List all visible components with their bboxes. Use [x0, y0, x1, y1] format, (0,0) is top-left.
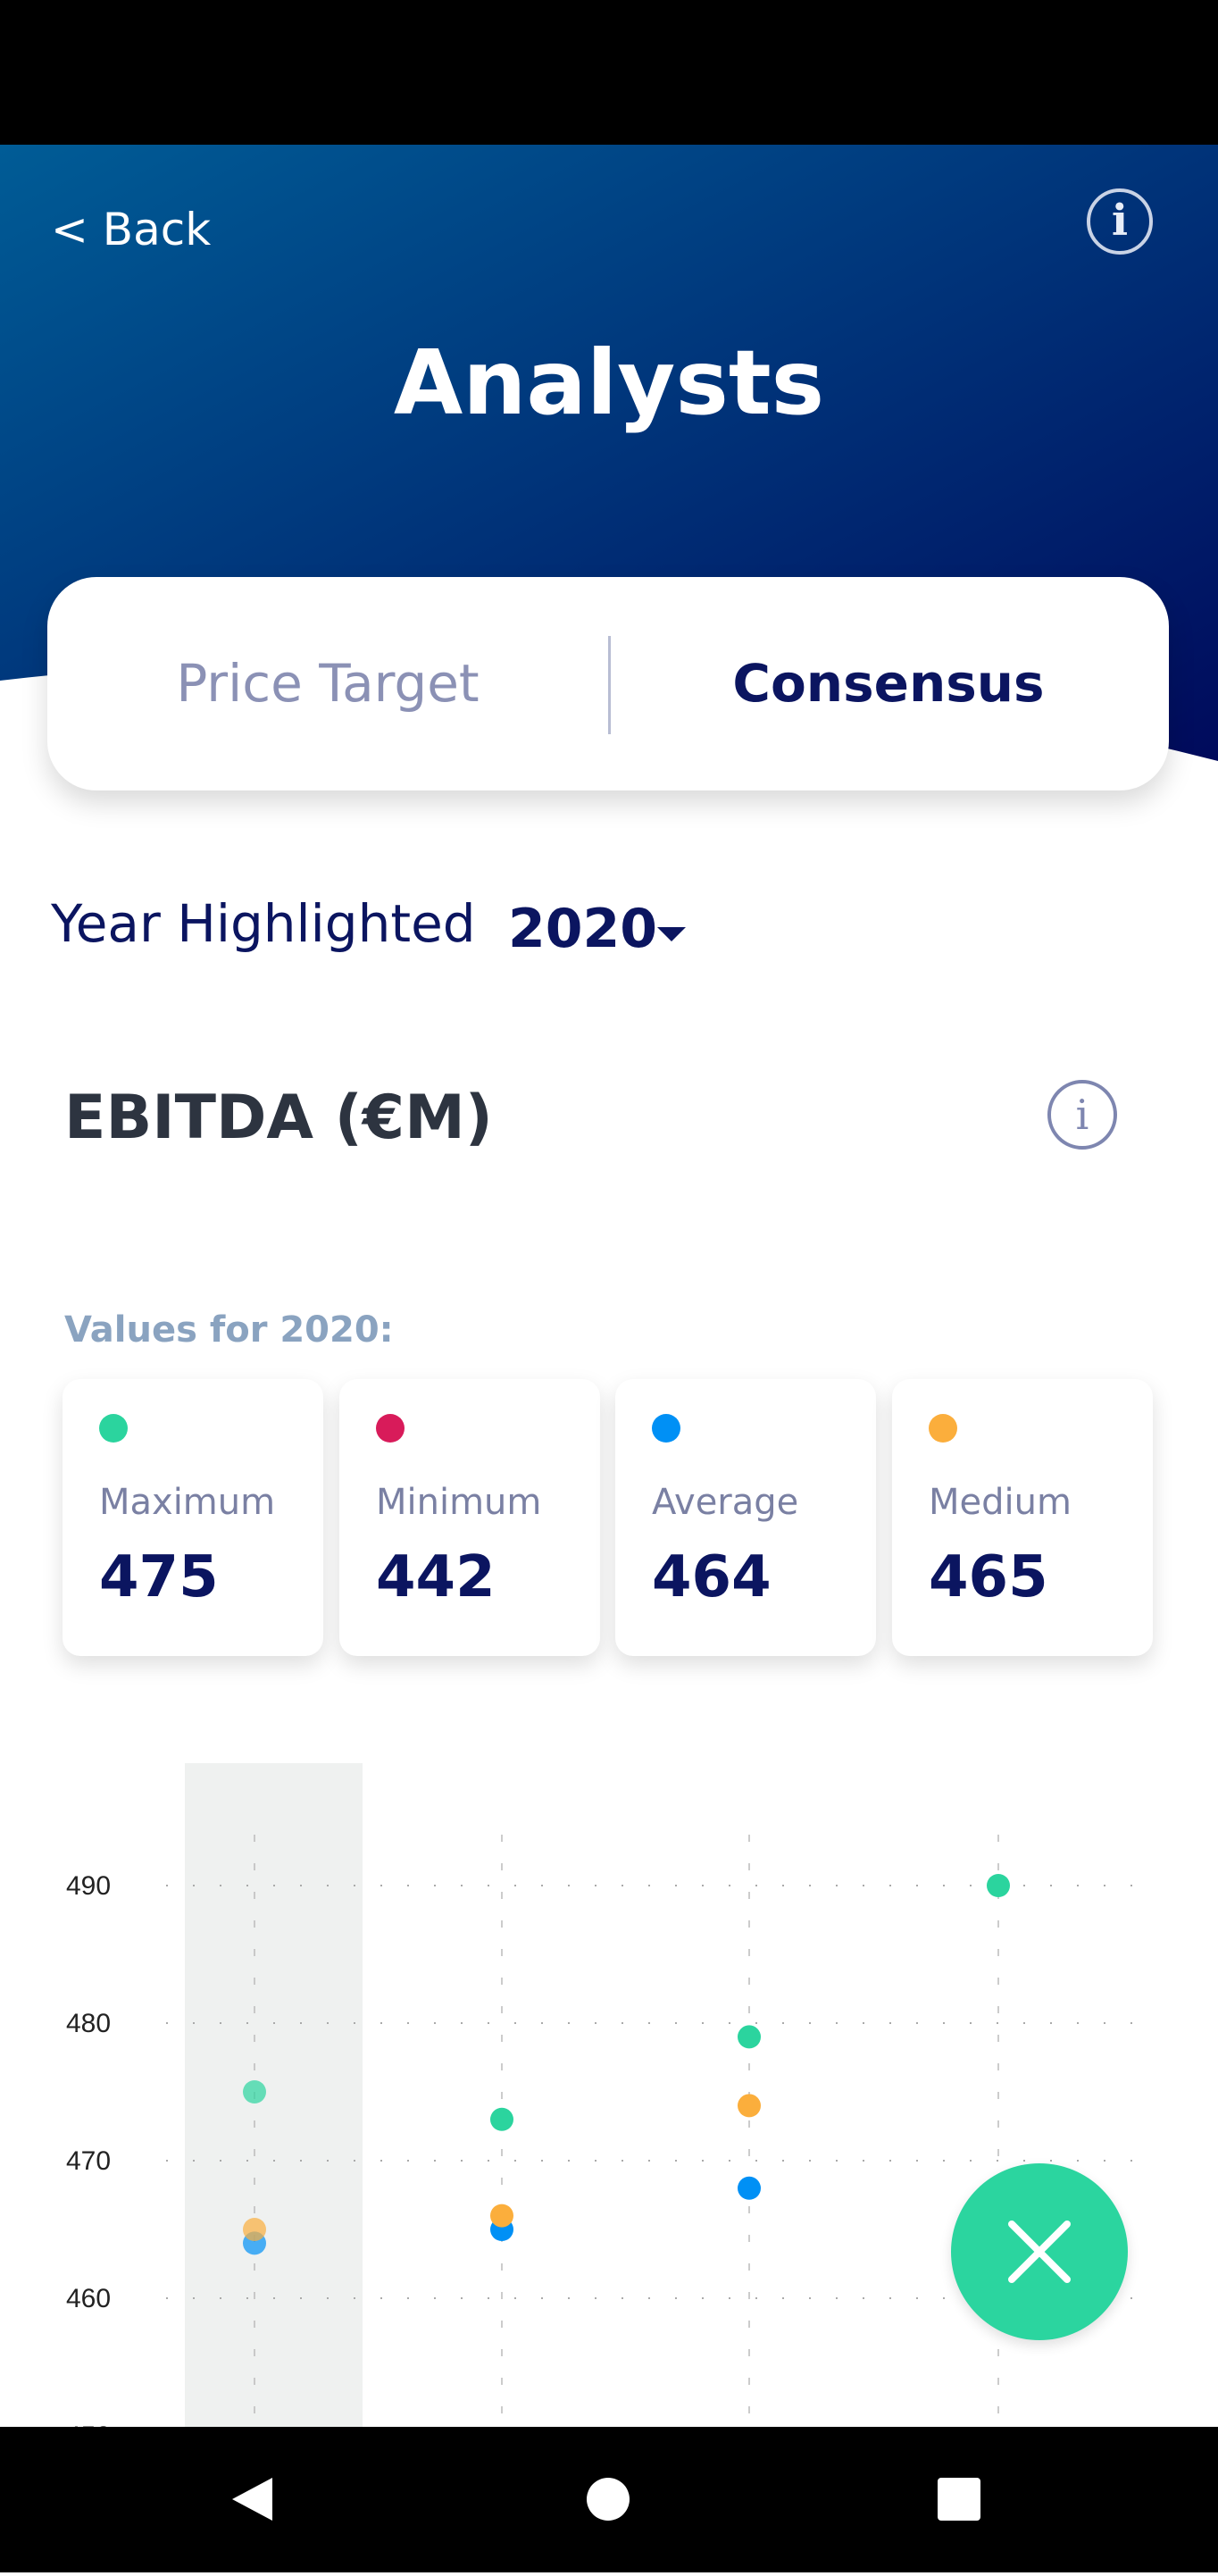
dot-icon: [376, 1414, 405, 1443]
stat-label: Average: [652, 1482, 799, 1523]
dot-icon: [652, 1414, 680, 1443]
back-button[interactable]: < Back: [51, 204, 211, 255]
values-caption: Values for 2020:: [64, 1309, 394, 1351]
y-tick-label: 480: [66, 2009, 111, 2038]
stat-value: 465: [929, 1544, 1048, 1610]
data-point-maximum: [243, 2080, 266, 2103]
dot-icon: [929, 1414, 957, 1443]
stat-label: Maximum: [99, 1482, 276, 1523]
data-point-average: [738, 2176, 761, 2200]
stat-card-minimum: Minimum 442: [339, 1379, 600, 1656]
year-label: Year Highlighted: [51, 893, 476, 954]
system-nav-bar: [0, 2427, 1218, 2572]
data-point-medium: [738, 2094, 761, 2118]
caret-down-icon[interactable]: [657, 927, 686, 941]
data-point-maximum: [490, 2107, 513, 2131]
close-button[interactable]: [951, 2163, 1128, 2340]
stat-value: 464: [652, 1544, 772, 1610]
stat-label: Medium: [929, 1482, 1072, 1523]
data-point-medium: [243, 2218, 266, 2241]
highlight-column: [185, 1763, 363, 2427]
page-title: Analysts: [393, 330, 825, 435]
data-point-maximum: [738, 2025, 761, 2049]
stat-card-maximum: Maximum 475: [63, 1379, 323, 1656]
year-dropdown[interactable]: 2020: [508, 898, 657, 960]
metric-title: EBITDA (€M): [64, 1083, 493, 1153]
data-point-maximum: [987, 1874, 1010, 1897]
tab-price-target[interactable]: Price Target: [47, 577, 608, 790]
info-icon[interactable]: i: [1047, 1080, 1117, 1150]
stat-card-medium: Medium 465: [892, 1379, 1153, 1656]
recents-square-icon[interactable]: [938, 2478, 980, 2521]
segment-tabs: Price Target Consensus: [47, 577, 1169, 790]
y-tick-label: 460: [66, 2284, 111, 2313]
y-tick-label: 470: [66, 2146, 111, 2176]
tab-consensus[interactable]: Consensus: [608, 577, 1169, 790]
stat-card-average: Average 464: [615, 1379, 876, 1656]
close-icon: [1008, 2221, 1071, 2283]
stat-label: Minimum: [376, 1482, 542, 1523]
status-bar: [0, 0, 1218, 145]
data-point-medium: [490, 2204, 513, 2228]
info-icon[interactable]: i: [1087, 188, 1153, 255]
stat-value: 442: [376, 1544, 496, 1610]
back-triangle-icon[interactable]: [232, 2478, 272, 2521]
y-tick-label: 490: [66, 1871, 111, 1901]
dot-icon: [99, 1414, 128, 1443]
stat-value: 475: [99, 1544, 219, 1610]
home-circle-icon[interactable]: [587, 2478, 630, 2521]
